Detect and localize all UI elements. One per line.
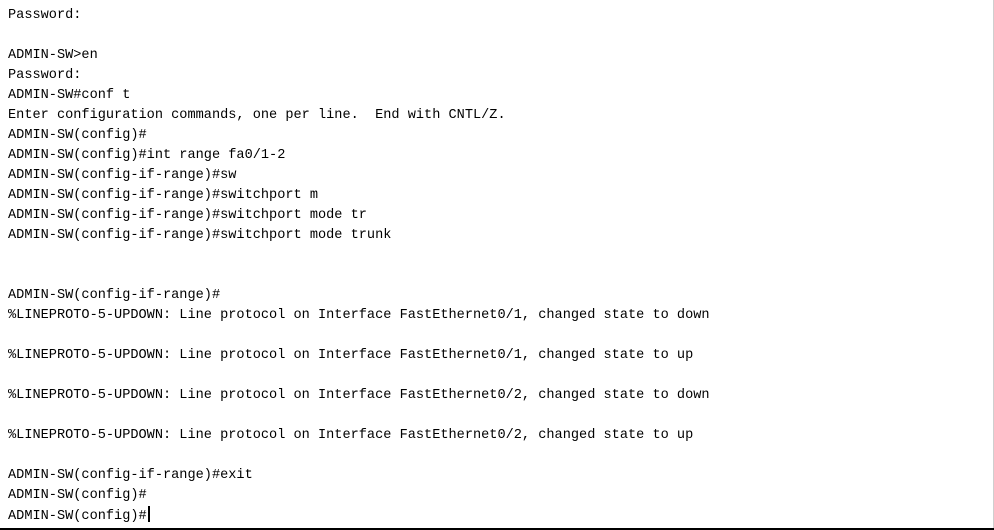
terminal-line: ADMIN-SW(config-if-range)#	[8, 288, 221, 303]
terminal-line: Password:	[8, 8, 82, 23]
terminal-line: ADMIN-SW(config-if-range)#switchport mod…	[8, 208, 367, 223]
cli-terminal[interactable]: Password: ADMIN-SW>en Password: ADMIN-SW…	[0, 0, 994, 528]
terminal-line: ADMIN-SW>en	[8, 48, 98, 63]
terminal-line: %LINEPROTO-5-UPDOWN: Line protocol on In…	[8, 428, 694, 443]
terminal-line: ADMIN-SW(config-if-range)#exit	[8, 468, 253, 483]
terminal-line: Enter configuration commands, one per li…	[8, 108, 506, 123]
terminal-line: ADMIN-SW(config-if-range)#switchport m	[8, 188, 318, 203]
terminal-line: ADMIN-SW(config-if-range)#switchport mod…	[8, 228, 392, 243]
terminal-prompt: ADMIN-SW(config)#	[8, 509, 147, 524]
terminal-input-line[interactable]: ADMIN-SW(config)#	[8, 506, 994, 526]
terminal-line: ADMIN-SW(config-if-range)#sw	[8, 168, 237, 183]
terminal-line: ADMIN-SW(config)#int range fa0/1-2	[8, 148, 286, 163]
terminal-line: %LINEPROTO-5-UPDOWN: Line protocol on In…	[8, 348, 694, 363]
terminal-line: ADMIN-SW#conf t	[8, 88, 131, 103]
terminal-line: %LINEPROTO-5-UPDOWN: Line protocol on In…	[8, 308, 710, 323]
terminal-line: %LINEPROTO-5-UPDOWN: Line protocol on In…	[8, 388, 710, 403]
terminal-line: Password:	[8, 68, 82, 83]
text-cursor	[147, 506, 150, 522]
terminal-line: ADMIN-SW(config)#	[8, 128, 147, 143]
terminal-line: ADMIN-SW(config)#	[8, 488, 147, 503]
